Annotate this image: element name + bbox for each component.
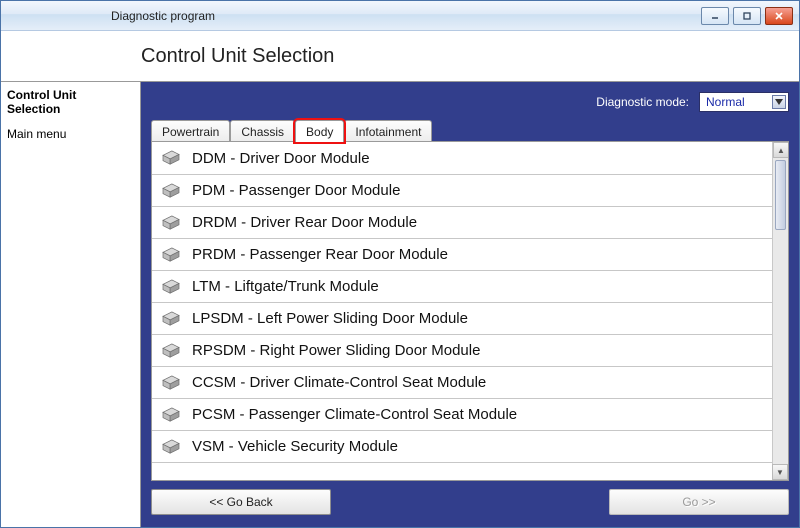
module-row[interactable]: RPSDM - Right Power Sliding Door Module: [152, 335, 772, 367]
sidebar-breadcrumb: Control Unit Selection: [7, 88, 134, 117]
module-label: DRDM - Driver Rear Door Module: [192, 214, 417, 231]
close-button[interactable]: [765, 7, 793, 25]
module-row[interactable]: PRDM - Passenger Rear Door Module: [152, 239, 772, 271]
ecu-icon: [160, 279, 182, 295]
app-window: Diagnostic program Control Unit Selectio…: [0, 0, 800, 528]
sidebar: Control Unit Selection Main menu: [1, 82, 141, 527]
module-row[interactable]: PCSM - Passenger Climate-Control Seat Mo…: [152, 399, 772, 431]
minimize-icon: [710, 11, 720, 21]
ecu-icon: [160, 183, 182, 199]
close-icon: [774, 11, 784, 21]
ecu-icon: [160, 311, 182, 327]
diagnostic-mode-row: Diagnostic mode: Normal: [151, 90, 789, 114]
diagnostic-mode-value: Normal: [706, 95, 745, 109]
scroll-thumb[interactable]: [775, 160, 786, 230]
ecu-icon: [160, 407, 182, 423]
module-row[interactable]: LTM - Liftgate/Trunk Module: [152, 271, 772, 303]
diagnostic-mode-label: Diagnostic mode:: [596, 95, 689, 109]
scroll-down-button[interactable]: ▼: [772, 464, 788, 480]
tab-powertrain[interactable]: Powertrain: [151, 120, 230, 142]
module-label: PCSM - Passenger Climate-Control Seat Mo…: [192, 406, 517, 423]
module-label: PRDM - Passenger Rear Door Module: [192, 246, 448, 263]
page-header: Control Unit Selection: [1, 31, 799, 81]
button-row: << Go Back Go >>: [151, 489, 789, 517]
maximize-icon: [742, 11, 752, 21]
minimize-button[interactable]: [701, 7, 729, 25]
ecu-icon: [160, 150, 182, 166]
page-title: Control Unit Selection: [141, 45, 334, 68]
scrollbar[interactable]: ▲ ▼: [772, 142, 788, 480]
module-row[interactable]: LPSDM - Left Power Sliding Door Module: [152, 303, 772, 335]
scroll-up-button[interactable]: ▲: [773, 142, 789, 158]
chevron-down-icon: [772, 95, 786, 109]
go-button[interactable]: Go >>: [609, 489, 789, 515]
tab-strip: Powertrain Chassis Body Infotainment: [151, 120, 789, 142]
ecu-icon: [160, 215, 182, 231]
module-row[interactable]: VSM - Vehicle Security Module: [152, 431, 772, 463]
tab-body[interactable]: Body: [295, 120, 344, 142]
ecu-icon: [160, 439, 182, 455]
tab-chassis[interactable]: Chassis: [230, 120, 295, 142]
module-label: RPSDM - Right Power Sliding Door Module: [192, 342, 480, 359]
module-row[interactable]: DDM - Driver Door Module: [152, 142, 772, 175]
module-label: LTM - Liftgate/Trunk Module: [192, 278, 379, 295]
module-row[interactable]: CCSM - Driver Climate-Control Seat Modul…: [152, 367, 772, 399]
main-panel: Diagnostic mode: Normal Powertrain Chass…: [141, 82, 799, 527]
ecu-icon: [160, 375, 182, 391]
module-label: PDM - Passenger Door Module: [192, 182, 400, 199]
module-label: DDM - Driver Door Module: [192, 150, 370, 167]
module-label: LPSDM - Left Power Sliding Door Module: [192, 310, 468, 327]
ecu-icon: [160, 247, 182, 263]
diagnostic-mode-select[interactable]: Normal: [699, 92, 789, 112]
go-back-button[interactable]: << Go Back: [151, 489, 331, 515]
tab-infotainment[interactable]: Infotainment: [344, 120, 432, 142]
titlebar: Diagnostic program: [1, 1, 799, 31]
window-title: Diagnostic program: [111, 9, 215, 23]
maximize-button[interactable]: [733, 7, 761, 25]
module-list: DDM - Driver Door Module PDM - Passenger…: [151, 141, 789, 481]
ecu-icon: [160, 343, 182, 359]
module-label: VSM - Vehicle Security Module: [192, 438, 398, 455]
module-row[interactable]: PDM - Passenger Door Module: [152, 175, 772, 207]
window-buttons: [701, 7, 799, 25]
module-row[interactable]: DRDM - Driver Rear Door Module: [152, 207, 772, 239]
module-label: CCSM - Driver Climate-Control Seat Modul…: [192, 374, 486, 391]
body-row: Control Unit Selection Main menu Diagnos…: [1, 81, 799, 527]
sidebar-item-main-menu[interactable]: Main menu: [7, 127, 134, 141]
